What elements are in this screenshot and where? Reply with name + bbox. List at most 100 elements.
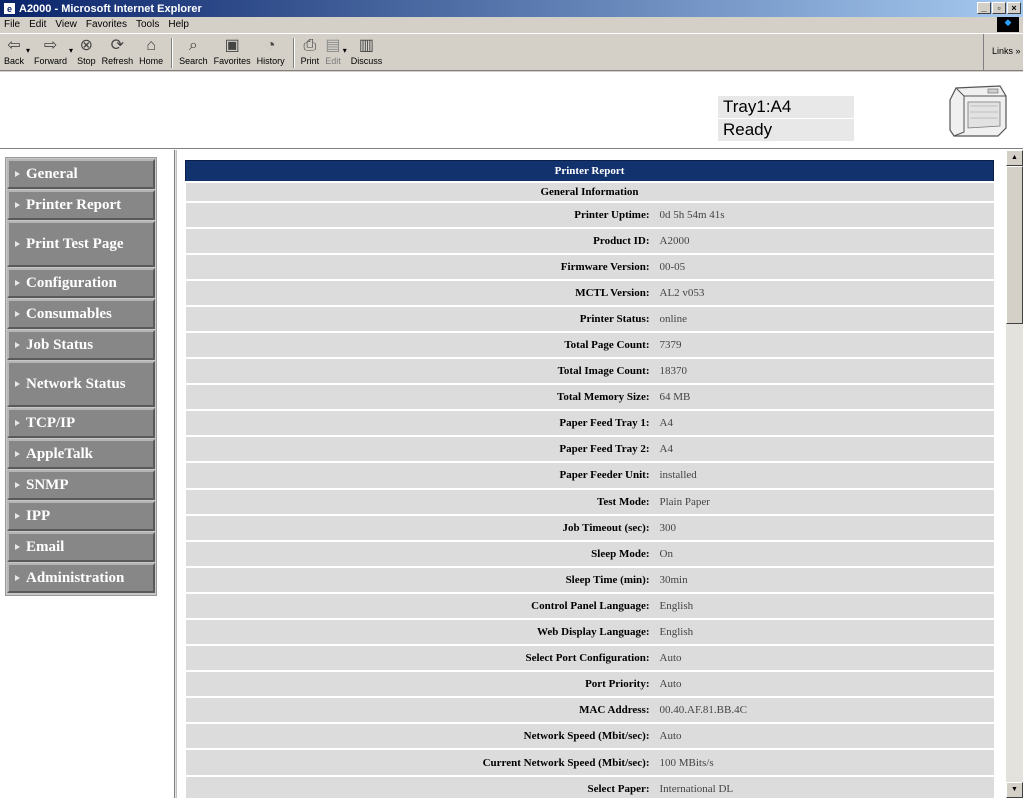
edit-button[interactable]: ▤ Edit	[325, 36, 341, 66]
back-arrow-icon: ⇦	[7, 37, 21, 54]
menu-view[interactable]: View	[55, 19, 77, 30]
sidebar-item-snmp[interactable]: SNMP	[7, 470, 155, 500]
row-label: MCTL Version:	[185, 278, 655, 306]
frame-splitter[interactable]	[174, 150, 177, 798]
report-title: Printer Report	[185, 160, 994, 182]
discuss-button[interactable]: ▥ Discuss	[351, 36, 383, 66]
sidebar-item-consumables[interactable]: Consumables	[7, 299, 155, 329]
report-section-title: General Information	[185, 180, 994, 202]
sidebar-item-tcp-ip[interactable]: TCP/IP	[7, 408, 155, 438]
sidebar-item-job-status[interactable]: Job Status	[7, 330, 155, 360]
row-value: A2000	[654, 226, 994, 254]
print-button[interactable]: ⎙ Print	[301, 36, 320, 66]
favorites-button[interactable]: ▣ Favorites	[214, 36, 251, 66]
arrow-right-icon	[15, 202, 20, 208]
search-button[interactable]: ⌕ Search	[179, 36, 208, 66]
history-button[interactable]: ◔ History	[257, 36, 285, 66]
sidebar-item-administration[interactable]: Administration	[7, 563, 155, 593]
menu-edit[interactable]: Edit	[29, 19, 46, 30]
sidebar-nav: General Printer Report Print Test Page C…	[5, 157, 157, 596]
row-value: 00.40.AF.81.BB.4C	[654, 696, 994, 724]
row-label: Port Priority:	[185, 670, 655, 698]
row-label: Paper Feeder Unit:	[185, 461, 655, 489]
row-value: 18370	[654, 357, 994, 385]
forward-dropdown-icon[interactable]: ▾	[69, 46, 73, 55]
maximize-button[interactable]: ▫	[992, 2, 1006, 14]
row-label: Test Mode:	[185, 487, 655, 515]
table-row: Firmware Version: 00-05	[185, 252, 994, 280]
search-icon: ⌕	[188, 37, 198, 54]
menu-file[interactable]: File	[4, 19, 20, 30]
row-value: 7379	[654, 330, 994, 359]
table-row: Paper Feeder Unit: installed	[185, 461, 994, 489]
stop-icon: ⊗	[79, 37, 94, 54]
row-label: Total Memory Size:	[185, 383, 655, 411]
table-row: Sleep Time (min): 30min	[185, 565, 994, 593]
refresh-button[interactable]: ⟳ Refresh	[102, 36, 134, 66]
sidebar-item-ipp[interactable]: IPP	[7, 501, 155, 531]
vertical-scrollbar[interactable]: ▲ ▼	[1006, 150, 1023, 798]
row-value: Auto	[654, 644, 994, 672]
row-value: A4	[654, 409, 994, 437]
table-row: Control Panel Language: English	[185, 591, 994, 619]
row-label: MAC Address:	[185, 696, 655, 724]
discuss-icon: ▥	[358, 37, 375, 54]
row-label: Job Timeout (sec):	[185, 513, 655, 541]
row-label: Firmware Version:	[185, 252, 655, 280]
sidebar-item-appletalk[interactable]: AppleTalk	[7, 439, 155, 469]
table-row: Select Paper: International DL	[185, 774, 994, 798]
forward-arrow-icon: ⇨	[43, 37, 58, 54]
links-button[interactable]: Links »	[983, 34, 1023, 71]
arrow-right-icon	[15, 451, 20, 457]
sidebar-item-general[interactable]: General	[7, 159, 155, 189]
row-label: Select Paper:	[185, 774, 655, 798]
menu-help[interactable]: Help	[168, 19, 189, 30]
content-area: General Printer Report Print Test Page C…	[0, 150, 1023, 798]
table-row: Total Image Count: 18370	[185, 357, 994, 385]
table-row: Test Mode: Plain Paper	[185, 487, 994, 515]
row-label: Sleep Mode:	[185, 539, 655, 567]
row-label: Web Display Language:	[185, 617, 655, 646]
edit-dropdown-icon[interactable]: ▾	[343, 46, 347, 55]
sidebar-item-email[interactable]: Email	[7, 532, 155, 562]
print-icon: ⎙	[303, 37, 317, 54]
sidebar-item-network-status[interactable]: Network Status	[7, 361, 155, 407]
table-row: Paper Feed Tray 1: A4	[185, 409, 994, 437]
arrow-right-icon	[15, 381, 20, 387]
home-button[interactable]: ⌂ Home	[139, 36, 163, 66]
table-row: Job Timeout (sec): 300	[185, 513, 994, 541]
row-label: Sleep Time (min):	[185, 565, 655, 593]
sidebar-item-printer-report[interactable]: Printer Report	[7, 190, 155, 220]
arrow-right-icon	[15, 311, 20, 317]
row-value: Auto	[654, 670, 994, 698]
back-button[interactable]: ⇦ Back	[4, 36, 24, 66]
sidebar-item-print-test-page[interactable]: Print Test Page	[7, 221, 155, 267]
table-row: Port Priority: Auto	[185, 670, 994, 698]
scroll-up-arrow-icon[interactable]: ▲	[1006, 150, 1023, 166]
stop-button[interactable]: ⊗ Stop	[77, 36, 96, 66]
sidebar-item-configuration[interactable]: Configuration	[7, 268, 155, 298]
table-row: Network Speed (Mbit/sec): Auto	[185, 722, 994, 750]
table-row: Select Port Configuration: Auto	[185, 644, 994, 672]
menu-favorites[interactable]: Favorites	[86, 19, 127, 30]
row-value: installed	[654, 461, 994, 489]
forward-button[interactable]: ⇨ Forward	[34, 36, 67, 66]
row-label: Printer Uptime:	[185, 200, 655, 228]
favorites-folder-icon: ▣	[224, 37, 240, 54]
close-button[interactable]: ×	[1007, 2, 1021, 14]
row-value: International DL	[654, 774, 994, 798]
windows-logo-icon: ◆	[997, 17, 1019, 32]
menu-tools[interactable]: Tools	[136, 19, 159, 30]
scroll-thumb[interactable]	[1006, 166, 1023, 324]
table-row: Sleep Mode: On	[185, 539, 994, 567]
minimize-button[interactable]: _	[977, 2, 991, 14]
back-dropdown-icon[interactable]: ▾	[26, 46, 30, 55]
row-value: Auto	[654, 722, 994, 750]
history-icon: ◔	[265, 37, 276, 54]
row-value: A4	[654, 435, 994, 463]
table-row: Web Display Language: English	[185, 617, 994, 646]
printer-status-box: Tray1:A4 Ready	[718, 96, 854, 142]
scroll-down-arrow-icon[interactable]: ▼	[1006, 782, 1023, 798]
table-row: Total Memory Size: 64 MB	[185, 383, 994, 411]
table-row: Total Page Count: 7379	[185, 330, 994, 359]
